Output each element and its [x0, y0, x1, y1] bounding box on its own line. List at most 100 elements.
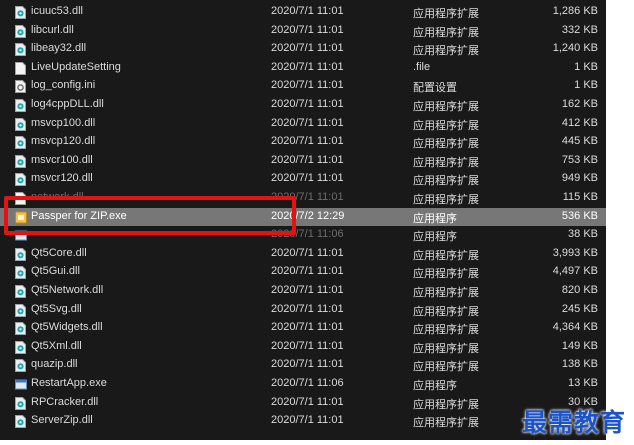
file-type: 应用程序扩展: [413, 138, 479, 151]
app-exe-icon: [15, 211, 27, 224]
file-row[interactable]: libeay32.dll 2020/7/1 11:01 应用程序扩展 1,240 KB: [0, 40, 606, 59]
dll-icon: [15, 322, 26, 336]
dll-icon: [15, 173, 26, 187]
file-size: 949 KB: [561, 172, 598, 185]
file-row[interactable]: 2020/7/1 11:06 应用程序 38 KB: [0, 226, 606, 245]
file-type: 应用程序扩展: [413, 45, 479, 58]
dll-icon: [15, 359, 26, 373]
file-size: 4,497 KB: [552, 265, 598, 278]
file-type: 应用程序: [413, 212, 457, 225]
file-name: icuuc53.dll: [31, 5, 83, 17]
dll-icon: [15, 340, 26, 354]
file-modified-date: 2020/7/1 11:01: [271, 414, 344, 427]
file-row[interactable]: log4cppDLL.dll 2020/7/1 11:01 应用程序扩展 162 KB: [0, 96, 606, 115]
file-row[interactable]: Qt5Svg.dll 2020/7/1 11:01 应用程序扩展 245 KB: [0, 301, 606, 320]
file-name: libeay32.dll: [31, 42, 87, 55]
app-window-icon: [15, 378, 27, 391]
file-size: 536 KB: [561, 209, 598, 222]
file-modified-date: 2020/7/1 11:01: [271, 302, 344, 315]
file-type: 配置设置: [413, 82, 457, 95]
file-name: ServerZip.dll: [31, 414, 93, 427]
file-type: 应用程序扩展: [413, 361, 479, 374]
file-modified-date: 2020/7/1 11:01: [271, 135, 344, 148]
file-type: 应用程序扩展: [413, 26, 479, 39]
dll-icon: [15, 136, 26, 150]
file-row[interactable]: Qt5Gui.dll 2020/7/1 11:01 应用程序扩展 4,497 KB: [0, 263, 606, 282]
file-size: 162 KB: [561, 98, 598, 110]
file-row[interactable]: Qt5Widgets.dll 2020/7/1 11:01 应用程序扩展 4,364 …: [0, 319, 606, 338]
file-row[interactable]: quazip.dll 2020/7/1 11:01 应用程序扩展 138 KB: [0, 356, 606, 375]
file-name: Qt5Network.dll: [31, 284, 104, 296]
file-size: 3,993 KB: [552, 246, 598, 259]
file-type: 应用程序扩展: [413, 119, 479, 132]
file-size: 13 KB: [568, 377, 598, 389]
file-type: 应用程序扩展: [413, 8, 479, 20]
dll-icon: [15, 117, 26, 131]
file-modified-date: 2020/7/1 11:01: [271, 79, 344, 92]
file-row[interactable]: msvcp100.dll 2020/7/1 11:01 应用程序扩展 412 KB: [0, 115, 606, 134]
file-name: Passper for ZIP.exe: [31, 209, 127, 222]
dll-icon: [15, 285, 26, 298]
file-row[interactable]: libcurl.dll 2020/7/1 11:01 应用程序扩展 332 KB: [0, 22, 606, 41]
file-type: 应用程序扩展: [413, 156, 479, 169]
file-modified-date: 2020/7/1 11:01: [271, 339, 344, 352]
dll-icon: [15, 247, 26, 261]
file-modified-date: 2020/7/1 11:01: [271, 265, 344, 278]
file-row[interactable]: Qt5Network.dll 2020/7/1 11:01 应用程序扩展 820 KB: [0, 282, 606, 301]
file-row[interactable]: RPCracker.dll 2020/7/1 11:01 应用程序扩展 30 KB: [0, 394, 606, 413]
file-modified-date: 2020/7/1 11:01: [271, 42, 344, 55]
file-type: 应用程序扩展: [413, 324, 479, 337]
file-modified-date: 2020/7/1 11:06: [271, 377, 344, 389]
file-row[interactable]: Passper for ZIP.exe 2020/7/2 12:29 应用程序 536…: [0, 207, 606, 227]
file-row[interactable]: RestartApp.exe 2020/7/1 11:06 应用程序 13 KB: [0, 375, 606, 394]
file-size: 38 KB: [568, 228, 598, 241]
file-type: .file: [413, 60, 431, 73]
file-row[interactable]: Qt5Core.dll 2020/7/1 11:01 应用程序扩展 3,993 KB: [0, 245, 606, 264]
file-size: 115 KB: [562, 191, 598, 203]
file-modified-date: 2020/7/1 11:01: [271, 23, 344, 36]
file-row[interactable]: log_config.ini 2020/7/1 11:01 配置设置 1 KB: [0, 77, 606, 96]
blank-file-icon: [15, 61, 26, 75]
file-name: RPCracker.dll: [31, 395, 99, 408]
file-size: 332 KB: [561, 23, 598, 36]
app-window-icon: [15, 229, 27, 242]
dll-icon: [15, 266, 26, 280]
file-modified-date: 2020/7/1 11:01: [271, 246, 344, 259]
file-modified-date: 2020/7/1 11:01: [271, 358, 344, 371]
file-modified-date: 2020/7/1 11:01: [271, 153, 344, 166]
watermark-logo: 最需教育: [521, 408, 626, 437]
dll-icon: [15, 43, 26, 57]
dll-icon: [15, 415, 26, 429]
file-modified-date: 2020/7/1 11:01: [271, 321, 344, 334]
file-row[interactable]: LiveUpdateSetting 2020/7/1 11:01 .file 1 KB: [0, 59, 606, 78]
file-row[interactable]: msvcr100.dll 2020/7/1 11:01 应用程序扩展 753 KB: [0, 152, 606, 171]
file-modified-date: 2020/7/1 11:01: [271, 116, 344, 129]
dll-icon: [15, 154, 26, 168]
file-name: Qt5Xml.dll: [31, 339, 82, 352]
file-type: 应用程序扩展: [413, 342, 479, 355]
file-size: 753 KB: [561, 153, 598, 166]
file-name: msvcp100.dll: [31, 116, 96, 129]
file-size: 4,364 KB: [552, 321, 598, 334]
file-type: 应用程序扩展: [413, 305, 479, 318]
file-size: 445 KB: [561, 135, 598, 148]
file-name: RestartApp.exe: [31, 377, 107, 389]
file-modified-date: 2020/7/1 11:01: [271, 60, 344, 73]
file-modified-date: 2020/7/1 11:01: [271, 395, 344, 408]
file-type: 应用程序扩展: [413, 175, 479, 188]
file-type: 应用程序扩展: [413, 194, 479, 206]
dll-icon: [15, 24, 26, 38]
file-row[interactable]: icuuc53.dll 2020/7/1 11:01 应用程序扩展 1,286 KB: [0, 3, 606, 22]
file-row[interactable]: msvcp120.dll 2020/7/1 11:01 应用程序扩展 445 KB: [0, 133, 606, 152]
file-row[interactable]: Qt5Xml.dll 2020/7/1 11:01 应用程序扩展 149 KB: [0, 338, 606, 357]
file-row[interactable]: ServerZip.dll 2020/7/1 11:01 应用程序扩展: [0, 412, 606, 431]
file-size: 820 KB: [561, 284, 598, 296]
file-size: 1,240 KB: [552, 42, 598, 55]
dll-icon: [15, 303, 26, 317]
file-name: quazip.dll: [31, 358, 78, 371]
file-name: msvcr120.dll: [31, 172, 93, 185]
file-row[interactable]: msvcr120.dll 2020/7/1 11:01 应用程序扩展 949 KB: [0, 170, 606, 189]
file-row[interactable]: network.dll 2020/7/1 11:01 应用程序扩展 115 KB: [0, 189, 606, 208]
file-type: 应用程序扩展: [413, 417, 479, 430]
file-name: Qt5Gui.dll: [31, 265, 80, 278]
